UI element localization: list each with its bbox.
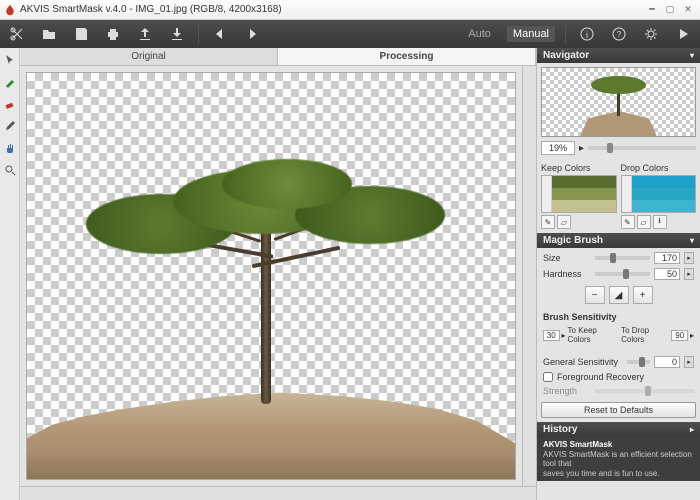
help-icon[interactable]: ? [608, 23, 630, 45]
keep-colors-swatches[interactable] [541, 175, 617, 213]
vertical-scrollbar[interactable] [522, 66, 536, 486]
drop-colors-swatches[interactable] [621, 175, 697, 213]
titlebar: AKVIS SmartMask v.4.0 - IMG_01.jpg (RGB/… [0, 0, 700, 20]
size-value[interactable]: 170 [654, 252, 680, 264]
maximize-button[interactable]: ▢ [662, 3, 678, 17]
left-toolbox [0, 48, 20, 500]
main-toolbar: Auto Manual i ? [0, 20, 700, 48]
tab-processing[interactable]: Processing [278, 48, 536, 65]
size-label: Size [543, 253, 591, 263]
svg-text:?: ? [617, 30, 622, 39]
mode-manual[interactable]: Manual [507, 26, 555, 42]
navigator-thumbnail[interactable] [541, 67, 696, 137]
general-sensitivity-label: General Sensitivity [543, 357, 623, 367]
reset-button[interactable]: Reset to Defaults [541, 402, 696, 418]
arrow-tool-icon[interactable] [2, 52, 18, 68]
settings-icon[interactable] [640, 23, 662, 45]
to-keep-stepper[interactable]: ▸ [562, 331, 566, 340]
size-slider[interactable] [595, 256, 650, 260]
eyedropper-keep-icon[interactable]: ✎ [541, 215, 555, 229]
history-header[interactable]: History▸ [537, 422, 700, 437]
hardness-stepper[interactable]: ▸ [684, 268, 694, 280]
hardness-value[interactable]: 50 [654, 268, 680, 280]
import-icon[interactable] [166, 23, 188, 45]
image-trunk [261, 214, 271, 404]
footer-info: AKVIS SmartMask AKVIS SmartMask is an ef… [537, 437, 700, 481]
eraser-tool-icon[interactable] [2, 96, 18, 112]
hardness-label: Hardness [543, 269, 591, 279]
zoom-value[interactable]: 19% [541, 141, 575, 155]
brush-tool-icon[interactable] [2, 74, 18, 90]
minus-button[interactable]: − [585, 286, 605, 304]
to-keep-value[interactable]: 30 [543, 330, 560, 341]
open-icon[interactable] [38, 23, 60, 45]
tab-original[interactable]: Original [20, 48, 278, 65]
minimize-button[interactable]: ━ [644, 3, 660, 17]
forward-icon[interactable] [241, 23, 263, 45]
plus-button[interactable]: + [633, 286, 653, 304]
window-title: AKVIS SmartMask v.4.0 - IMG_01.jpg (RGB/… [20, 4, 282, 15]
scissors-icon[interactable] [6, 23, 28, 45]
zoom-tool-icon[interactable] [2, 162, 18, 178]
print-icon[interactable] [102, 23, 124, 45]
pencil-tool-icon[interactable] [2, 118, 18, 134]
hardness-slider[interactable] [595, 272, 650, 276]
clear-keep-icon[interactable]: ▱ [557, 215, 571, 229]
zoom-stepper[interactable]: ▸ [579, 143, 584, 154]
run-icon[interactable] [672, 23, 694, 45]
brush-sensitivity-label: Brush Sensitivity [543, 312, 694, 322]
app-logo-icon [4, 4, 16, 16]
foreground-recovery-label: Foreground Recovery [557, 372, 644, 382]
close-button[interactable]: ✕ [680, 3, 696, 17]
hand-tool-icon[interactable] [2, 140, 18, 156]
keep-colors-label: Keep Colors [541, 163, 617, 173]
mode-auto[interactable]: Auto [462, 26, 497, 42]
general-stepper[interactable]: ▸ [684, 356, 694, 368]
strength-label: Strength [543, 386, 591, 396]
strength-slider [595, 389, 694, 393]
navigator-header[interactable]: Navigator▾ [537, 48, 700, 63]
to-drop-stepper[interactable]: ▸ [690, 331, 694, 340]
back-icon[interactable] [209, 23, 231, 45]
to-drop-value[interactable]: 90 [671, 330, 688, 341]
general-sensitivity-slider[interactable] [627, 360, 650, 364]
canvas[interactable] [26, 72, 516, 480]
save-icon[interactable] [70, 23, 92, 45]
right-panel: Navigator▾ 19% ▸ Keep Colors ✎ [536, 48, 700, 500]
save-colors-icon[interactable]: ⭳ [653, 215, 667, 229]
svg-text:i: i [586, 30, 588, 40]
zoom-slider[interactable] [588, 146, 696, 150]
clear-drop-icon[interactable]: ▱ [637, 215, 651, 229]
canvas-tabs: Original Processing [20, 48, 536, 66]
chevron-right-icon: ▸ [690, 425, 694, 434]
magic-brush-header[interactable]: Magic Brush▾ [537, 233, 700, 248]
chevron-down-icon: ▾ [690, 51, 694, 60]
drop-colors-label: Drop Colors [621, 163, 697, 173]
info-icon[interactable]: i [576, 23, 598, 45]
general-sensitivity-value[interactable]: 0 [654, 356, 680, 368]
chevron-down-icon: ▾ [690, 236, 694, 245]
size-stepper[interactable]: ▸ [684, 252, 694, 264]
brush-preview-icon[interactable]: ◢ [609, 286, 629, 304]
export-icon[interactable] [134, 23, 156, 45]
foreground-recovery-checkbox[interactable] [543, 372, 553, 382]
eyedropper-drop-icon[interactable]: ✎ [621, 215, 635, 229]
horizontal-scrollbar[interactable] [20, 486, 536, 500]
